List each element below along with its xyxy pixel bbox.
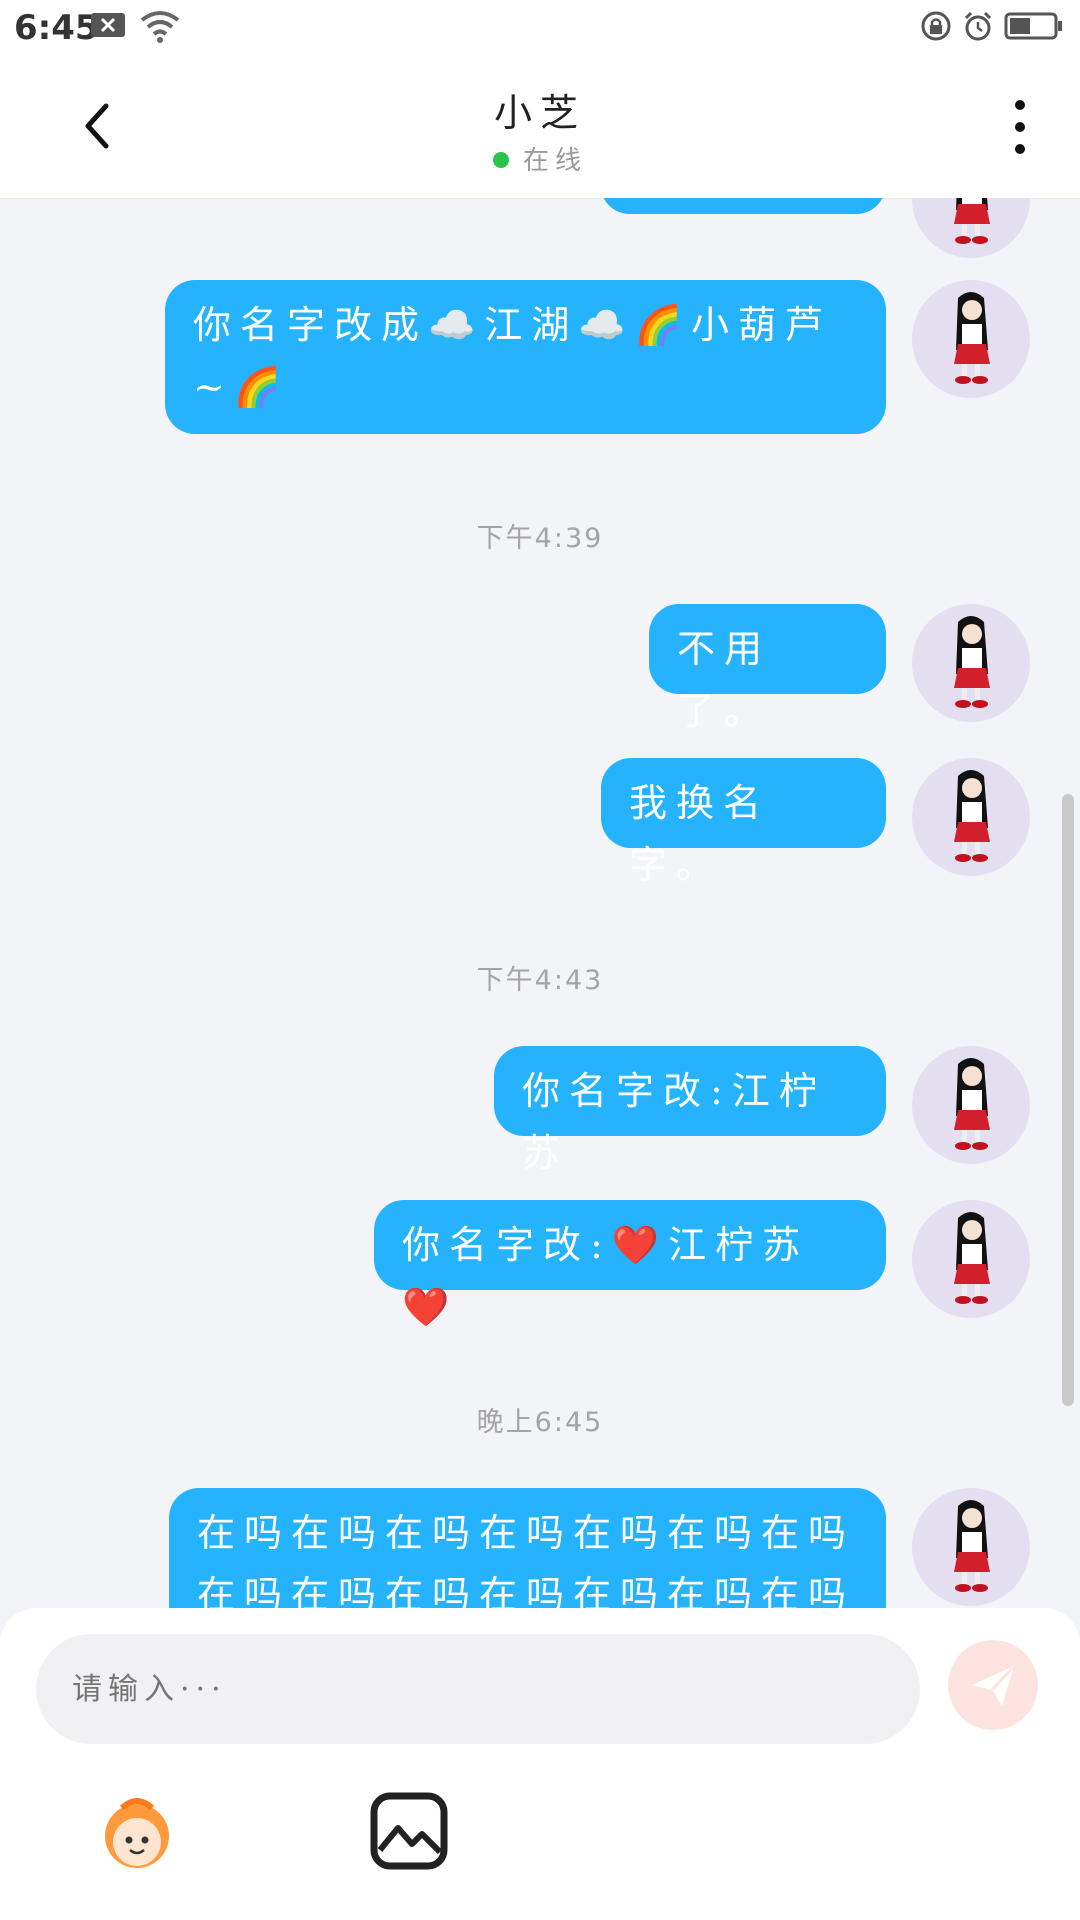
avatar-figure-icon	[954, 1058, 990, 1150]
message-bubble[interactable]: 我换名字。	[601, 758, 886, 887]
notification-x-icon	[91, 13, 125, 37]
alarm-icon	[964, 11, 992, 41]
message-bubble[interactable]: 你名字改成☁️江湖☁️🌈小葫芦~🌈	[165, 280, 886, 434]
online-dot	[492, 151, 509, 168]
message-input[interactable]	[36, 1634, 920, 1744]
timestamp: 下午4:39	[476, 523, 604, 554]
online-status-label: 在线	[522, 146, 587, 176]
message-bubble[interactable]: 你名字改:❤️江柠苏❤️	[374, 1200, 886, 1329]
timestamp: 下午4:43	[476, 965, 604, 996]
battery-icon	[1004, 12, 1062, 40]
avatar[interactable]	[912, 1046, 1030, 1164]
image-picker-icon[interactable]	[364, 1786, 454, 1876]
avatar[interactable]	[912, 758, 1030, 876]
composer	[0, 1608, 1080, 1920]
avatar[interactable]	[912, 1488, 1030, 1606]
status-bar: 6:45	[0, 0, 1080, 56]
avatar[interactable]	[912, 604, 1030, 722]
message-bubble[interactable]	[600, 198, 886, 214]
avatar[interactable]	[912, 280, 1030, 398]
message-bubble[interactable]: 你名字改:江柠苏	[494, 1046, 886, 1175]
avatar-figure-icon	[954, 770, 990, 862]
more-vertical-icon[interactable]	[1000, 92, 1040, 162]
avatar-figure-icon	[954, 1212, 990, 1304]
message-input-box[interactable]	[36, 1634, 920, 1744]
status-time: 6:45	[14, 8, 99, 48]
avatar-figure-icon	[954, 198, 990, 244]
send-button[interactable]	[948, 1640, 1038, 1730]
chat-header: 小芝 在线	[0, 56, 1080, 198]
avatar-figure-icon	[954, 616, 990, 708]
scrollbar[interactable]	[1062, 794, 1074, 1406]
send-plane-icon	[972, 1664, 1016, 1706]
lock-rotation-icon	[921, 11, 951, 41]
online-status: 在线	[0, 140, 1080, 177]
avatar[interactable]	[912, 1200, 1030, 1318]
timestamp: 晚上6:45	[476, 1407, 604, 1438]
avatar[interactable]	[912, 198, 1030, 258]
avatar-figure-icon	[954, 1500, 990, 1592]
message-bubble[interactable]: 在吗在吗在吗在吗在吗在吗在吗在吗在吗在吗在吗在吗在吗在吗	[169, 1488, 886, 1608]
contact-name: 小芝	[493, 91, 586, 135]
message-bubble[interactable]: 不用了。	[649, 604, 886, 733]
message-list[interactable]: 你名字改成☁️江湖☁️🌈小葫芦~🌈 下午4:39 不用了。 我换名字。 下午4:…	[0, 198, 1080, 1608]
wifi-icon	[140, 11, 180, 43]
avatar-figure-icon	[954, 292, 990, 384]
emoji-face-icon[interactable]	[92, 1786, 182, 1876]
